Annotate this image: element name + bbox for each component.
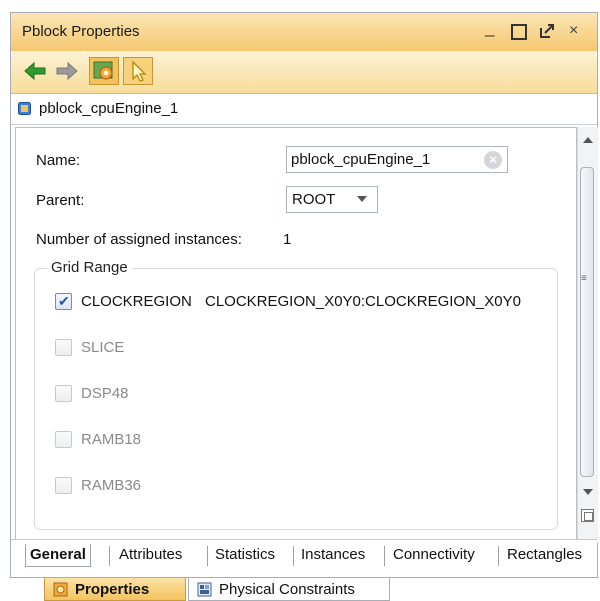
clear-icon[interactable]: × (484, 151, 502, 169)
forward-arrow-icon (56, 61, 78, 81)
property-tabs: General Attributes Statistics Instances … (11, 539, 597, 570)
general-content: Name: × Parent: ROOT Number of assigned … (15, 127, 577, 545)
instances-label: Number of assigned instances: (36, 231, 242, 248)
options-button[interactable] (89, 57, 119, 85)
tab-properties[interactable]: Properties (44, 578, 186, 601)
scroll-grip-icon: ≡ (581, 273, 587, 284)
scroll-up-icon[interactable] (583, 137, 593, 143)
pblock-icon (18, 102, 31, 115)
back-arrow-icon (24, 61, 46, 81)
minimize-button[interactable]: _ (485, 16, 494, 40)
grid-item-ramb36: RAMB36 (55, 475, 175, 497)
pblock-properties-panel: Pblock Properties _ × pblock_cpuEngine_1… (10, 12, 598, 578)
parent-label: Parent: (36, 192, 85, 209)
ramb36-checkbox (55, 477, 72, 494)
tab-statistics[interactable]: Statistics (215, 544, 275, 566)
tab-connectivity[interactable]: Connectivity (393, 544, 475, 566)
object-bar: pblock_cpuEngine_1 (11, 94, 597, 125)
instances-value: 1 (283, 231, 292, 248)
tab-physical-constraints-label: Physical Constraints (219, 581, 355, 598)
ramb18-label: RAMB18 (81, 431, 142, 448)
back-button[interactable] (21, 57, 49, 85)
grid-range-group: Grid Range CLOCKREGION CLOCKREGION_X0Y0:… (34, 259, 558, 530)
tab-separator (498, 546, 499, 566)
tab-physical-constraints[interactable]: Physical Constraints (188, 578, 390, 601)
ramb36-label: RAMB36 (81, 477, 142, 494)
name-input[interactable] (291, 150, 476, 169)
tab-attributes[interactable]: Attributes (119, 544, 182, 566)
name-label: Name: (36, 152, 81, 169)
tab-general[interactable]: General (25, 544, 91, 567)
scroll-thumb[interactable] (580, 167, 594, 477)
vertical-scrollbar[interactable]: ≡ (577, 127, 598, 543)
clockregion-checkbox[interactable] (55, 293, 72, 310)
tab-instances[interactable]: Instances (301, 544, 365, 566)
grid-range-title: Grid Range (47, 259, 132, 276)
dsp48-label: DSP48 (81, 385, 129, 402)
physical-constraints-icon (197, 582, 212, 597)
forward-button[interactable] (53, 57, 81, 85)
object-name: pblock_cpuEngine_1 (39, 100, 179, 117)
grid-item-clockregion[interactable]: CLOCKREGION CLOCKREGION_X0Y0:CLOCKREGION… (55, 291, 535, 313)
window-title: Pblock Properties (22, 23, 140, 40)
options-gear-icon (93, 61, 113, 80)
select-cursor-icon (132, 60, 147, 82)
tab-separator (293, 546, 294, 566)
bottom-tab-bar: Properties Physical Constraints (0, 578, 600, 601)
tab-properties-label: Properties (75, 581, 150, 598)
tab-separator (207, 546, 208, 566)
title-bar[interactable]: Pblock Properties _ × (11, 13, 597, 52)
maximize-button[interactable] (511, 19, 527, 47)
float-button[interactable] (539, 19, 555, 46)
ramb18-checkbox (55, 431, 72, 448)
toolbar (11, 51, 597, 94)
parent-dropdown[interactable]: ROOT (286, 186, 378, 213)
close-button[interactable]: × (569, 19, 578, 43)
grid-item-ramb18: RAMB18 (55, 429, 175, 451)
name-field[interactable]: × (286, 146, 508, 173)
properties-icon (53, 582, 68, 597)
restore-icon[interactable] (581, 509, 594, 522)
parent-value: ROOT (292, 191, 336, 208)
chevron-down-icon (357, 196, 367, 202)
clockregion-range[interactable]: CLOCKREGION_X0Y0:CLOCKREGION_X0Y0 (205, 293, 521, 310)
tab-separator (109, 546, 110, 566)
grid-item-slice: SLICE (55, 337, 175, 359)
maximize-icon (511, 24, 527, 40)
float-window-icon (540, 24, 554, 38)
clockregion-label: CLOCKREGION (81, 293, 192, 310)
slice-checkbox (55, 339, 72, 356)
dsp48-checkbox (55, 385, 72, 402)
tab-rectangles[interactable]: Rectangles (507, 544, 582, 566)
select-button[interactable] (123, 57, 153, 85)
slice-label: SLICE (81, 339, 125, 356)
tab-separator (384, 546, 385, 566)
grid-item-dsp48: DSP48 (55, 383, 175, 405)
scroll-down-icon[interactable] (583, 489, 593, 495)
